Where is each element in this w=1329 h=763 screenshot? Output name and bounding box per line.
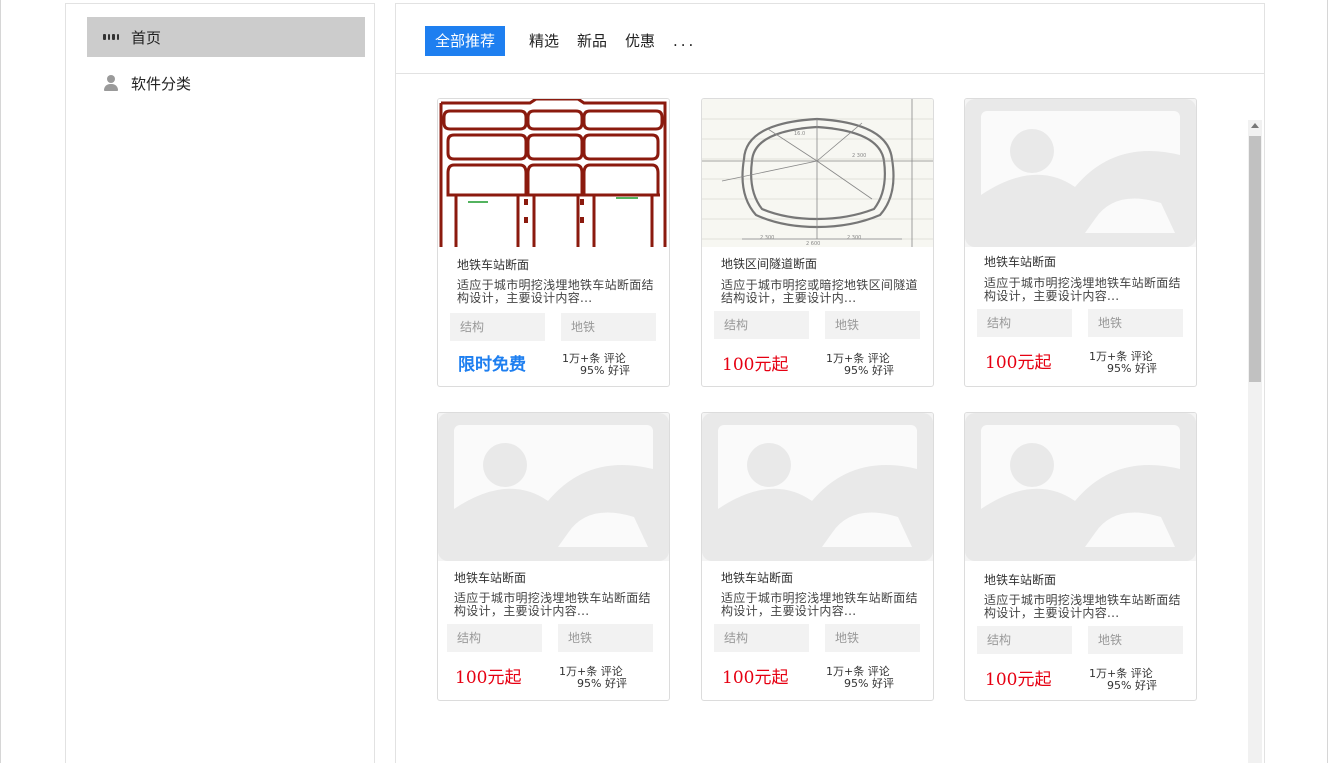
price-label: 限时免费 — [458, 355, 526, 375]
review-stats: 1万+条 评论 95% 好评 — [562, 353, 630, 377]
tag-metro[interactable]: 地铁 — [558, 624, 653, 652]
svg-text:2 300: 2 300 — [852, 153, 866, 159]
svg-text:2 300: 2 300 — [760, 235, 774, 241]
tab-more[interactable]: ... — [673, 26, 696, 56]
card-description: 适应于城市明挖浅埋地铁车站断面结构设计，主要设计内容... — [984, 594, 1181, 620]
review-stats: 1万+条 评论 95% 好评 — [826, 666, 894, 690]
tab-bar: 全部推荐 精选 新品 优惠 ... — [396, 4, 1264, 74]
review-rating: 95% 好评 — [1107, 362, 1157, 375]
image-placeholder-icon — [438, 413, 669, 561]
product-card[interactable]: 地铁车站断面 适应于城市明挖浅埋地铁车站断面结构设计，主要设计内容... 结构 … — [437, 98, 670, 387]
review-rating: 95% 好评 — [577, 677, 627, 690]
card-title: 地铁区间隧道断面 — [721, 257, 818, 271]
review-stats: 1万+条 评论 95% 好评 — [1089, 668, 1157, 692]
review-rating: 95% 好评 — [844, 364, 894, 377]
svg-text:2 600: 2 600 — [806, 241, 820, 247]
product-card[interactable]: 16.0 2 300 2 300 2 600 2 300 地铁区间隧道断面 适应于城市明… — [701, 98, 934, 387]
tag-metro[interactable]: 地铁 — [1088, 626, 1183, 654]
review-rating: 95% 好评 — [844, 677, 894, 690]
tag-structure[interactable]: 结构 — [977, 626, 1072, 654]
price-label: 100元起 — [722, 355, 789, 375]
sidebar-item-label: 软件分类 — [131, 74, 192, 93]
card-title: 地铁车站断面 — [454, 571, 527, 585]
tag-structure[interactable]: 结构 — [447, 624, 542, 652]
tag-metro[interactable]: 地铁 — [825, 311, 920, 339]
window-border-right — [1327, 0, 1328, 763]
tab-featured[interactable]: 精选 — [529, 26, 559, 56]
card-description: 适应于城市明挖浅埋地铁车站断面结构设计，主要设计内容... — [454, 592, 651, 618]
card-title: 地铁车站断面 — [984, 573, 1057, 587]
price-label: 100元起 — [985, 353, 1052, 373]
product-card[interactable]: 地铁车站断面 适应于城市明挖浅埋地铁车站断面结构设计，主要设计内容... 结构 … — [701, 412, 934, 701]
user-icon — [103, 75, 119, 91]
main-panel: 全部推荐 精选 新品 优惠 ... 地铁车站断面 适应于城市明挖浅埋地铁车站断面… — [395, 3, 1265, 763]
tab-all-recommended[interactable]: 全部推荐 — [425, 26, 506, 56]
product-card[interactable]: 地铁车站断面 适应于城市明挖浅埋地铁车站断面结构设计，主要设计内容... 结构 … — [964, 412, 1197, 701]
station-section-drawing — [438, 99, 669, 247]
grid-icon — [103, 29, 119, 45]
svg-text:16.0: 16.0 — [794, 131, 805, 137]
scrollbar[interactable] — [1248, 120, 1262, 763]
window-border-left — [0, 0, 1, 763]
scroll-up-arrow-icon[interactable] — [1251, 123, 1259, 128]
price-label: 100元起 — [455, 668, 522, 688]
card-description: 适应于城市明挖浅埋地铁车站断面结构设计，主要设计内容... — [984, 277, 1181, 303]
card-description: 适应于城市明挖浅埋地铁车站断面结构设计，主要设计内容... — [721, 592, 918, 618]
svg-text:2 300: 2 300 — [847, 235, 861, 241]
tag-structure[interactable]: 结构 — [977, 309, 1072, 337]
tag-metro[interactable]: 地铁 — [825, 624, 920, 652]
tunnel-section-drawing: 16.0 2 300 2 300 2 600 2 300 — [702, 99, 933, 247]
review-stats: 1万+条 评论 95% 好评 — [559, 666, 627, 690]
review-stats: 1万+条 评论 95% 好评 — [1089, 351, 1157, 375]
price-label: 100元起 — [985, 670, 1052, 690]
sidebar-item-software-category[interactable]: 软件分类 — [87, 63, 365, 103]
review-rating: 95% 好评 — [580, 364, 630, 377]
sidebar-item-home[interactable]: 首页 — [87, 17, 365, 57]
price-label: 100元起 — [722, 668, 789, 688]
review-rating: 95% 好评 — [1107, 679, 1157, 692]
image-placeholder-icon — [702, 413, 933, 561]
tag-structure[interactable]: 结构 — [450, 313, 545, 341]
card-title: 地铁车站断面 — [984, 255, 1057, 269]
review-stats: 1万+条 评论 95% 好评 — [826, 353, 894, 377]
tag-metro[interactable]: 地铁 — [1088, 309, 1183, 337]
image-placeholder-icon — [965, 99, 1196, 247]
tab-new[interactable]: 新品 — [577, 26, 607, 56]
card-title: 地铁车站断面 — [721, 571, 794, 585]
tab-deals[interactable]: 优惠 — [625, 26, 655, 56]
product-card[interactable]: 地铁车站断面 适应于城市明挖浅埋地铁车站断面结构设计，主要设计内容... 结构 … — [964, 98, 1197, 387]
tag-structure[interactable]: 结构 — [714, 624, 809, 652]
tag-metro[interactable]: 地铁 — [561, 313, 656, 341]
card-description: 适应于城市明挖浅埋地铁车站断面结构设计，主要设计内容... — [457, 279, 654, 305]
image-placeholder-icon — [965, 413, 1196, 561]
card-description: 适应于城市明挖或暗挖地铁区间隧道结构设计，主要设计内... — [721, 279, 918, 305]
scrollbar-thumb[interactable] — [1249, 136, 1261, 382]
sidebar: 首页 软件分类 — [65, 3, 375, 763]
tag-structure[interactable]: 结构 — [714, 311, 809, 339]
product-card[interactable]: 地铁车站断面 适应于城市明挖浅埋地铁车站断面结构设计，主要设计内容... 结构 … — [437, 412, 670, 701]
sidebar-item-label: 首页 — [131, 28, 162, 47]
card-title: 地铁车站断面 — [457, 258, 530, 272]
